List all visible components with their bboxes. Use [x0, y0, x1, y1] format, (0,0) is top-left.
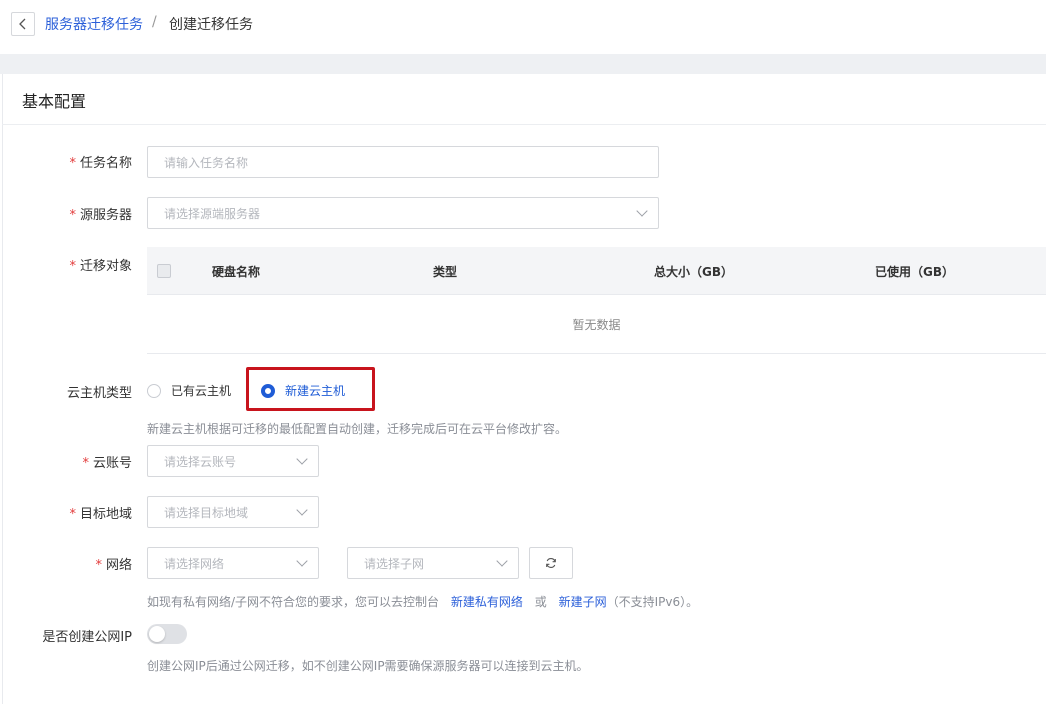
header-gap: [0, 54, 1046, 74]
create-subnet-link[interactable]: 新建子网: [559, 595, 607, 609]
select-all-checkbox[interactable]: [157, 264, 171, 278]
cloud-account-select[interactable]: 请选择云账号: [147, 445, 319, 477]
cloud-account-label: * 云账号: [82, 456, 132, 471]
section-title: 基本配置: [22, 92, 87, 111]
chevron-down-icon: [496, 555, 508, 567]
section-divider: [2, 124, 1046, 125]
column-disk-name: 硬盘名称: [212, 265, 261, 279]
chevron-down-icon: [296, 453, 308, 465]
source-server-label: * 源服务器: [69, 208, 132, 223]
back-button[interactable]: [11, 12, 35, 36]
breadcrumb-parent-link[interactable]: 服务器迁移任务: [45, 14, 143, 34]
network-select[interactable]: 请选择网络: [147, 547, 319, 579]
required-mark: *: [69, 259, 76, 274]
source-server-select[interactable]: 请选择源端服务器: [147, 197, 659, 229]
vm-type-hint: 新建云主机根据可迁移的最低配置自动创建，迁移完成后可在云平台修改扩容。: [147, 422, 568, 436]
required-mark: *: [69, 507, 76, 522]
radio-existing-vm[interactable]: 已有云主机: [147, 382, 231, 399]
public-ip-label: 是否创建公网IP: [42, 630, 132, 645]
disk-table-header: 硬盘名称 类型 总大小（GB） 已使用（GB）: [147, 247, 1046, 295]
refresh-icon: [546, 558, 556, 568]
toggle-knob: [149, 626, 165, 642]
page-header: 服务器迁移任务 / 创建迁移任务: [0, 0, 1046, 54]
column-total-size: 总大小（GB）: [654, 265, 733, 279]
table-empty-state: 暂无数据: [147, 295, 1046, 354]
breadcrumb-separator: /: [152, 14, 157, 30]
target-region-label: * 目标地域: [69, 507, 132, 522]
subnet-select[interactable]: 请选择子网: [347, 547, 519, 579]
public-ip-toggle[interactable]: [147, 624, 187, 644]
chevron-down-icon: [296, 504, 308, 516]
network-label: * 网络: [95, 558, 132, 573]
breadcrumb-current: 创建迁移任务: [169, 17, 253, 33]
chevron-down-icon: [636, 205, 648, 217]
target-region-select[interactable]: 请选择目标地域: [147, 496, 319, 528]
required-mark: *: [82, 456, 89, 471]
radio-checked-icon: [261, 383, 275, 398]
vm-type-label: 云主机类型: [66, 386, 132, 401]
required-mark: *: [69, 156, 76, 171]
create-vpc-link[interactable]: 新建私有网络: [451, 595, 523, 609]
network-hint: 如现有私有网络/子网不符合您的要求，您可以去控制台 新建私有网络 或 新建子网（…: [147, 595, 699, 609]
migration-target-label: * 迁移对象: [69, 259, 132, 274]
chevron-left-icon: [19, 18, 26, 30]
column-type: 类型: [433, 265, 458, 279]
chevron-down-icon: [296, 555, 308, 567]
required-mark: *: [69, 208, 76, 223]
public-ip-hint: 创建公网IP后通过公网迁移，如不创建公网IP需要确保源服务器可以连接到云主机。: [147, 659, 589, 673]
required-mark: *: [95, 558, 102, 573]
task-name-input[interactable]: 请输入任务名称: [147, 146, 659, 178]
radio-unchecked-icon: [147, 383, 161, 398]
task-name-label: * 任务名称: [69, 156, 132, 171]
column-used: 已使用（GB）: [875, 265, 954, 279]
refresh-button[interactable]: [529, 547, 573, 579]
radio-new-vm[interactable]: 新建云主机: [261, 382, 345, 399]
